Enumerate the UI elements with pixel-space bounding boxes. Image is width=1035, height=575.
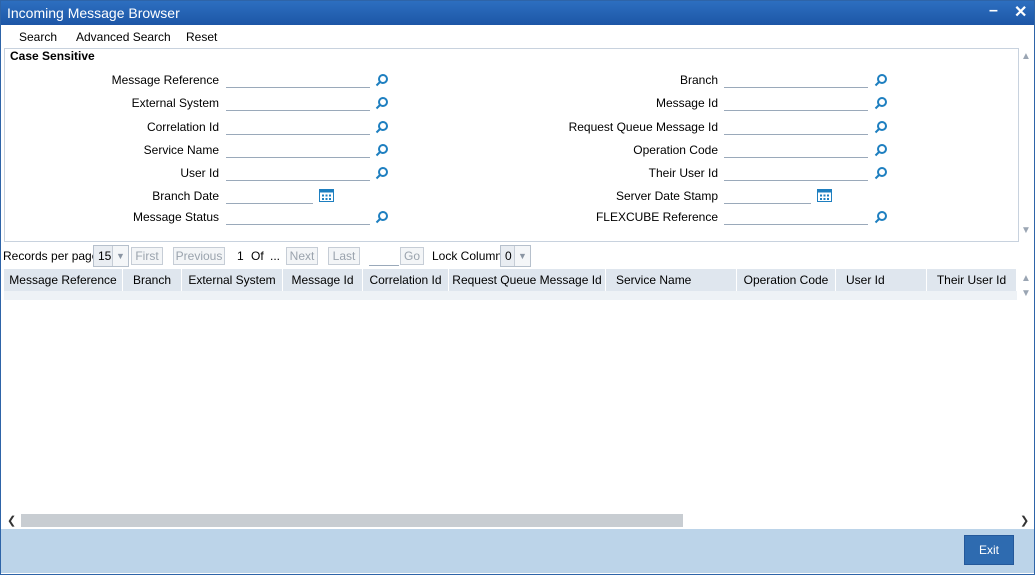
label-branch: Branch	[679, 73, 718, 87]
label-operation-code: Operation Code	[633, 143, 718, 157]
label-request-queue-message-id: Request Queue Message Id	[568, 120, 718, 134]
scroll-down-icon[interactable]: ▼	[1021, 288, 1031, 299]
chevron-down-icon[interactable]: ▼	[514, 246, 530, 266]
column-header-service-name[interactable]: Service Name	[606, 269, 737, 291]
menu-bar: Search Advanced Search Reset	[1, 26, 1034, 48]
first-button[interactable]: First	[131, 247, 163, 265]
branch-field[interactable]	[724, 71, 868, 88]
case-sensitive-legend: Case Sensitive	[10, 49, 98, 63]
criteria-scrollbar[interactable]: ▲ ▼	[1019, 48, 1033, 240]
search-icon[interactable]	[375, 143, 389, 157]
lock-columns-value: 0	[505, 249, 512, 263]
records-per-page-select[interactable]: 15 ▼	[93, 245, 129, 267]
branch-date-field[interactable]	[226, 187, 313, 204]
search-icon[interactable]	[375, 120, 389, 134]
grid-vertical-scrollbar[interactable]: ▲ ▼	[1019, 269, 1033, 301]
column-header-correlation-id[interactable]: Correlation Id	[363, 269, 449, 291]
search-icon[interactable]	[874, 73, 888, 87]
window-title: Incoming Message Browser	[7, 5, 180, 21]
scroll-up-icon[interactable]: ▲	[1021, 51, 1031, 62]
column-header-their-user-id[interactable]: Their User Id	[927, 269, 1017, 291]
grid-horizontal-scrollbar[interactable]: ❮ ❯	[4, 513, 1033, 528]
column-header-message-id[interactable]: Message Id	[283, 269, 363, 291]
column-header-message-reference[interactable]: Message Reference	[4, 269, 123, 291]
label-message-reference: Message Reference	[111, 73, 219, 87]
footer-bar: Exit	[1, 529, 1034, 573]
search-icon[interactable]	[375, 210, 389, 224]
menu-advanced-search[interactable]: Advanced Search	[76, 30, 171, 44]
paging-bar: Records per page 15 ▼ First Previous 1 O…	[1, 244, 1034, 268]
search-icon[interactable]	[874, 96, 888, 110]
exit-button[interactable]: Exit	[964, 535, 1014, 565]
server-date-stamp-field[interactable]	[724, 187, 811, 204]
their-user-id-field[interactable]	[724, 164, 868, 181]
search-icon[interactable]	[874, 143, 888, 157]
message-reference-field[interactable]	[226, 71, 370, 88]
column-header-external-system[interactable]: External System	[182, 269, 283, 291]
results-grid-header: Message Reference Branch External System…	[4, 269, 1017, 291]
incoming-message-browser-window: Incoming Message Browser – ✕ Search Adva…	[0, 0, 1035, 575]
user-id-field[interactable]	[226, 164, 370, 181]
lock-columns-label: Lock Columns	[432, 249, 509, 263]
column-header-user-id[interactable]: User Id	[836, 269, 927, 291]
column-header-operation-code[interactable]: Operation Code	[737, 269, 836, 291]
label-flexcube-reference: FLEXCUBE Reference	[595, 210, 718, 224]
previous-button[interactable]: Previous	[173, 247, 225, 265]
chevron-down-icon[interactable]: ▼	[112, 246, 128, 266]
search-icon[interactable]	[874, 210, 888, 224]
menu-search[interactable]: Search	[19, 30, 57, 44]
column-header-request-queue-message-id[interactable]: Request Queue Message Id	[449, 269, 606, 291]
request-queue-message-id-field[interactable]	[724, 118, 868, 135]
scroll-down-icon[interactable]: ▼	[1021, 225, 1031, 236]
records-per-page-label: Records per page	[3, 249, 99, 263]
search-icon[interactable]	[375, 73, 389, 87]
menu-reset[interactable]: Reset	[186, 30, 217, 44]
current-page: 1	[237, 249, 244, 263]
label-message-id: Message Id	[655, 96, 718, 110]
of-label: Of	[251, 249, 264, 263]
label-correlation-id: Correlation Id	[146, 120, 219, 134]
go-button[interactable]: Go	[400, 247, 424, 265]
total-pages: ...	[270, 249, 281, 263]
scroll-right-icon[interactable]: ❯	[1020, 514, 1029, 527]
minimize-icon[interactable]: –	[989, 2, 998, 20]
close-icon[interactable]: ✕	[1014, 2, 1027, 22]
calendar-icon[interactable]	[319, 189, 334, 202]
message-id-field[interactable]	[724, 94, 868, 111]
records-per-page-value: 15	[98, 249, 112, 263]
message-status-field[interactable]	[226, 208, 370, 225]
calendar-icon[interactable]	[817, 189, 832, 202]
search-icon[interactable]	[874, 120, 888, 134]
label-their-user-id: Their User Id	[648, 166, 718, 180]
lock-columns-select[interactable]: 0 ▼	[500, 245, 531, 267]
label-branch-date: Branch Date	[152, 189, 219, 203]
column-header-branch[interactable]: Branch	[123, 269, 182, 291]
grid-body	[4, 291, 1017, 300]
correlation-id-field[interactable]	[226, 118, 370, 135]
label-server-date-stamp: Server Date Stamp	[615, 189, 718, 203]
scroll-up-icon[interactable]: ▲	[1021, 273, 1031, 284]
search-icon[interactable]	[375, 96, 389, 110]
external-system-field[interactable]	[226, 94, 370, 111]
service-name-field[interactable]	[226, 141, 370, 158]
next-button[interactable]: Next	[286, 247, 318, 265]
last-button[interactable]: Last	[328, 247, 360, 265]
search-icon[interactable]	[874, 166, 888, 180]
label-user-id: User Id	[180, 166, 219, 180]
label-external-system: External System	[131, 96, 219, 110]
label-message-status: Message Status	[132, 210, 219, 224]
scrollbar-thumb[interactable]	[21, 514, 683, 527]
go-to-page-input[interactable]	[369, 248, 399, 266]
operation-code-field[interactable]	[724, 141, 868, 158]
label-service-name: Service Name	[143, 143, 219, 157]
title-bar: Incoming Message Browser – ✕	[1, 1, 1034, 25]
flexcube-reference-field[interactable]	[724, 208, 868, 225]
search-icon[interactable]	[375, 166, 389, 180]
scroll-left-icon[interactable]: ❮	[7, 514, 16, 527]
